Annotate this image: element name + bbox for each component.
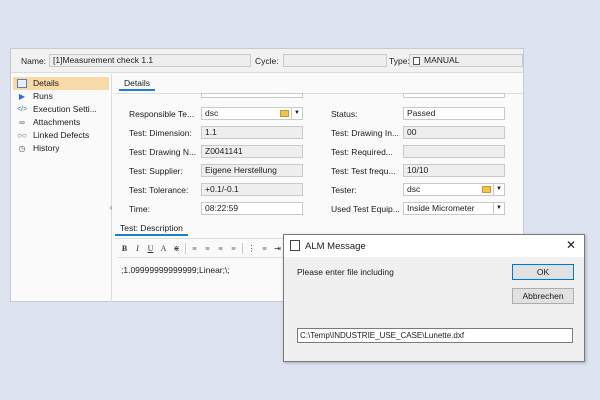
header-bar: Name: [1]Measurement check 1.1 Cycle: Ty… bbox=[11, 49, 523, 73]
toolbar-underline bbox=[117, 257, 297, 258]
time-label: Time: bbox=[129, 204, 150, 214]
drawing-number-label: Test: Drawing N... bbox=[129, 147, 197, 157]
cycle-label: Cycle: bbox=[255, 56, 279, 66]
test-equipment-select[interactable]: Inside Micrometer ▼ bbox=[403, 202, 505, 215]
name-field[interactable]: [1]Measurement check 1.1 bbox=[49, 54, 251, 67]
responsible-tester-value: dsc bbox=[205, 108, 219, 118]
close-icon[interactable]: ✕ bbox=[566, 238, 576, 252]
description-editor[interactable]: ;1.09999999999999;Linear;\; bbox=[121, 265, 230, 275]
dialog-title-bar: ALM Message ✕ bbox=[284, 235, 584, 257]
editor-toolbar: B I U A ⋇ ≡ ≡ ≡ ≡ ⋮ ≡ ⇥ bbox=[117, 241, 297, 256]
responsible-tester-select[interactable]: dsc ▼ bbox=[201, 107, 303, 120]
tolerance-label: Test: Tolerance: bbox=[129, 185, 189, 195]
italic-icon[interactable]: I bbox=[132, 243, 143, 254]
link-icon: ○○ bbox=[17, 131, 27, 140]
status-select[interactable]: Passed bbox=[403, 107, 505, 120]
tester-label: Tester: bbox=[331, 185, 357, 195]
chevron-down-icon[interactable]: ▼ bbox=[291, 108, 302, 119]
runs-icon: ▶ bbox=[18, 92, 26, 101]
dialog-message: Please enter file including bbox=[297, 267, 394, 277]
paperclip-icon: ∞ bbox=[19, 118, 25, 127]
drawing-index-field[interactable]: 00 bbox=[403, 126, 505, 139]
indent-icon[interactable]: ⇥ bbox=[272, 243, 283, 254]
dimension-label: Test: Dimension: bbox=[129, 128, 192, 138]
responsible-tester-label: Responsible Te... bbox=[129, 109, 195, 119]
type-label: Type: bbox=[389, 56, 410, 66]
required-field[interactable] bbox=[403, 145, 505, 158]
dialog-title: ALM Message bbox=[305, 241, 366, 252]
time-field[interactable]: 08:22:59 bbox=[201, 202, 303, 215]
bold-icon[interactable]: B bbox=[119, 243, 130, 254]
tester-value: dsc bbox=[407, 184, 421, 194]
justify-icon[interactable]: ≡ bbox=[228, 243, 239, 254]
cycle-field[interactable] bbox=[283, 54, 387, 67]
cancel-button[interactable]: Abbrechen bbox=[512, 288, 574, 304]
alm-message-dialog: ALM Message ✕ Please enter file includin… bbox=[283, 234, 585, 362]
sidebar-item-label: Details bbox=[33, 78, 59, 88]
sidebar-item-label: Linked Defects bbox=[33, 130, 90, 140]
history-icon: ◷ bbox=[18, 144, 26, 153]
test-frequency-label: Test: Test frequ... bbox=[331, 166, 396, 176]
document-icon bbox=[413, 57, 420, 65]
sidebar-item-label: Runs bbox=[33, 91, 53, 101]
execution-settings-icon: </> bbox=[17, 106, 28, 113]
ok-button[interactable]: OK bbox=[512, 264, 574, 280]
name-label: Name: bbox=[21, 56, 47, 66]
tolerance-field[interactable]: +0.1/-0.1 bbox=[201, 183, 303, 196]
sidebar-item-execution-settings[interactable]: </> Execution Setti... bbox=[13, 103, 109, 116]
application-icon bbox=[290, 240, 300, 251]
dimension-field[interactable]: 1.1 bbox=[201, 126, 303, 139]
details-icon bbox=[17, 79, 27, 88]
email-icon[interactable] bbox=[482, 186, 491, 193]
type-value: MANUAL bbox=[424, 55, 460, 65]
type-field[interactable]: MANUAL bbox=[409, 54, 523, 67]
tester-select[interactable]: dsc ▼ bbox=[403, 183, 505, 196]
status-label: Status: bbox=[331, 109, 358, 119]
test-equipment-label: Used Test Equip... bbox=[331, 204, 400, 214]
sidebar-divider bbox=[111, 74, 112, 302]
chevron-down-icon[interactable]: ▼ bbox=[493, 184, 504, 195]
supplier-label: Test: Supplier: bbox=[129, 166, 183, 176]
numbered-list-icon[interactable]: ≡ bbox=[259, 243, 270, 254]
file-path-input[interactable]: C:\Temp\INDUSTRIE_USE_CASE\Lunette.dxf bbox=[297, 328, 573, 343]
test-equipment-value: Inside Micrometer bbox=[407, 203, 475, 213]
required-label: Test: Required... bbox=[331, 147, 393, 157]
sidebar-item-linked-defects[interactable]: ○○ Linked Defects bbox=[13, 129, 109, 142]
align-left-icon[interactable]: ≡ bbox=[189, 243, 200, 254]
drawing-index-label: Test: Drawing In... bbox=[331, 128, 400, 138]
sidebar-item-label: Execution Setti... bbox=[33, 104, 97, 114]
tab-details[interactable]: Details bbox=[119, 76, 155, 91]
font-icon[interactable]: A bbox=[158, 243, 169, 254]
underline-icon[interactable]: U bbox=[145, 243, 156, 254]
previous-row-field bbox=[403, 93, 505, 98]
email-icon[interactable] bbox=[280, 110, 289, 117]
sidebar-item-details[interactable]: Details bbox=[13, 77, 109, 90]
collapse-sidebar-icon[interactable]: ‹ bbox=[107, 201, 115, 215]
font-color-icon[interactable]: ⋇ bbox=[171, 243, 182, 254]
sidebar-item-attachments[interactable]: ∞ Attachments bbox=[13, 116, 109, 129]
align-right-icon[interactable]: ≡ bbox=[215, 243, 226, 254]
supplier-field[interactable]: Eigene Herstellung bbox=[201, 164, 303, 177]
sidebar-item-label: Attachments bbox=[33, 117, 81, 127]
test-frequency-field[interactable]: 10/10 bbox=[403, 164, 505, 177]
sidebar: Details ▶ Runs </> Execution Setti... ∞ … bbox=[11, 74, 111, 302]
toolbar-separator bbox=[185, 243, 186, 254]
sidebar-item-label: History bbox=[33, 143, 60, 153]
bullet-list-icon[interactable]: ⋮ bbox=[246, 243, 257, 254]
tab-description[interactable]: Test: Description bbox=[115, 221, 188, 236]
drawing-number-field[interactable]: Z0041141 bbox=[201, 145, 303, 158]
align-center-icon[interactable]: ≡ bbox=[202, 243, 213, 254]
chevron-down-icon[interactable]: ▼ bbox=[493, 203, 504, 214]
sidebar-item-history[interactable]: ◷ History bbox=[13, 142, 109, 155]
previous-row-field bbox=[201, 93, 303, 98]
sidebar-item-runs[interactable]: ▶ Runs bbox=[13, 90, 109, 103]
toolbar-separator bbox=[242, 243, 243, 254]
